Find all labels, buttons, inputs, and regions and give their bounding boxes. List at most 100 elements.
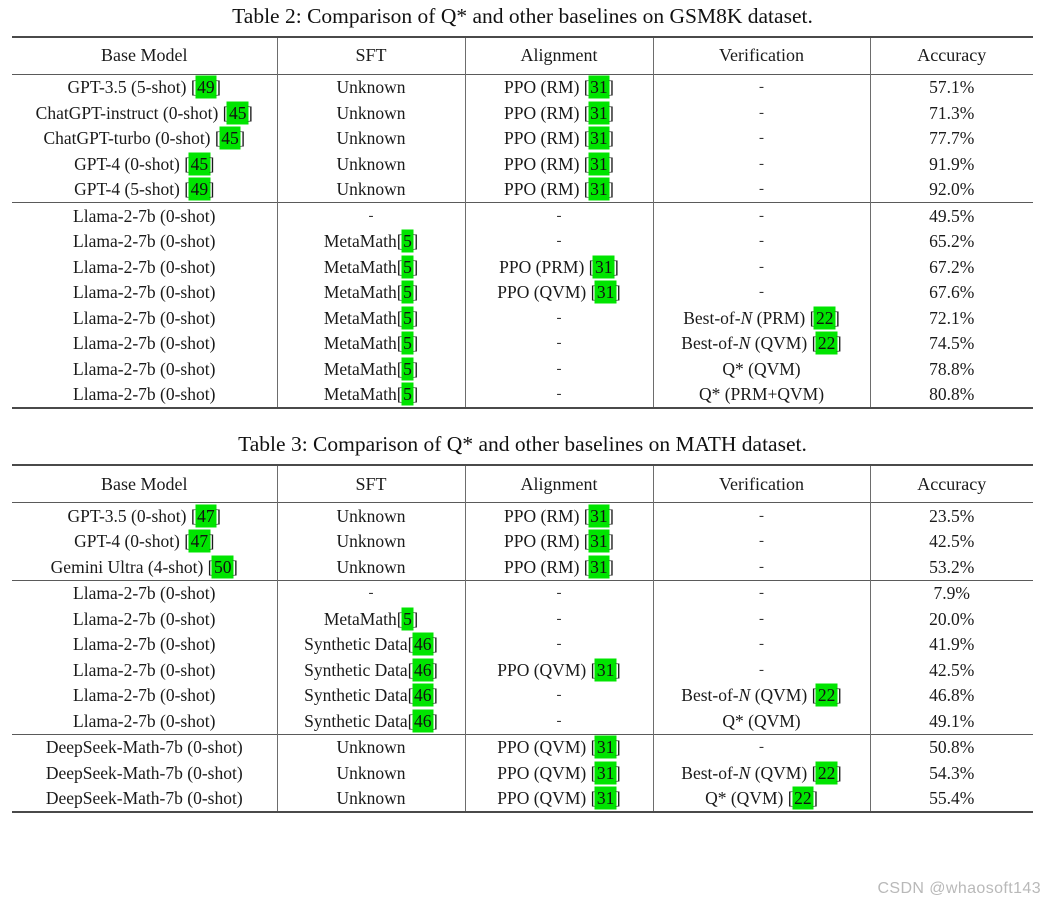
cell-accuracy: 50.8% [869, 733, 1033, 761]
model-name: GPT-4 (0-shot) [74, 531, 180, 551]
citation-ref[interactable]: [31] [584, 505, 614, 527]
citation-ref[interactable]: [31] [591, 282, 621, 303]
citation-ref[interactable]: [5] [397, 384, 418, 405]
citation-ref[interactable]: [31] [591, 788, 621, 809]
citation-ref[interactable]: [45] [215, 128, 245, 149]
citation-ref[interactable]: [31] [584, 531, 614, 552]
cell-base-model: DeepSeek-Math-7b (0-shot) [12, 786, 277, 813]
citation-number: 31 [589, 77, 609, 98]
citation-number: 5 [402, 384, 413, 405]
cell-sft: Synthetic Data[46] [276, 682, 465, 709]
citation-ref[interactable]: [5] [397, 231, 418, 252]
citation-ref[interactable]: [31] [591, 659, 621, 681]
citation-number: 5 [402, 256, 413, 277]
citation-number: 46 [413, 634, 432, 654]
citation-ref[interactable]: [31] [584, 102, 614, 124]
alignment-value: PPO (RM) [504, 128, 580, 149]
cell-verification: - [652, 579, 870, 607]
cell-accuracy: 57.1% [869, 73, 1033, 101]
watermark: CSDN @whaosoft143 [877, 880, 1041, 897]
empty-value: - [759, 104, 764, 121]
table-row: ChatGPT-turbo (0-shot) [45] Unknown PPO (R… [12, 125, 1033, 152]
citation-ref[interactable]: [45] [184, 153, 214, 175]
citation-ref[interactable]: [5] [397, 358, 418, 380]
citation-ref[interactable]: [46] [408, 685, 438, 706]
cell-accuracy: 41.9% [869, 631, 1033, 658]
empty-value: - [759, 181, 764, 198]
citation-ref[interactable]: [5] [397, 256, 418, 278]
citation-ref[interactable]: [46] [408, 710, 438, 732]
citation-number: 31 [594, 256, 613, 277]
cell-verification: Q* (QVM) [652, 708, 870, 735]
citation-ref[interactable]: [5] [397, 333, 418, 354]
citation-ref[interactable]: [22] [788, 788, 818, 809]
table-row: GPT-4 (5-shot) [49] Unknown PPO (RM) [31] -… [12, 176, 1033, 203]
cell-base-model: GPT-4 (5-shot) [49] [12, 177, 277, 203]
column-header-4: Accuracy [869, 464, 1033, 503]
citation-ref[interactable]: [31] [584, 556, 614, 578]
results-table: Base Model SFT Alignment Verification Accura… [12, 35, 1033, 411]
citation-ref[interactable]: [5] [397, 307, 418, 329]
table-row: Llama-2-7b (0-shot) MetaMath[5] PPO (PRM) … [12, 254, 1033, 280]
citation-ref[interactable]: [47] [191, 505, 221, 527]
sft-value: MetaMath [323, 256, 397, 277]
cell-verification: Best-of-N (PRM) [22] [652, 305, 870, 331]
cell-accuracy: 91.9% [869, 151, 1033, 177]
verification-value: Best-of-N (QVM) [681, 685, 808, 705]
citation-ref[interactable]: [49] [191, 77, 221, 98]
citation-ref[interactable]: [49] [184, 179, 214, 200]
citation-ref[interactable]: [31] [584, 153, 614, 175]
citation-number: 5 [402, 333, 413, 354]
citation-ref[interactable]: [22] [812, 333, 842, 354]
sft-value: Synthetic Data [304, 634, 408, 654]
cell-accuracy: 42.5% [869, 657, 1033, 683]
cell-base-model: Llama-2-7b (0-shot) [12, 229, 277, 255]
citation-ref[interactable]: [31] [584, 77, 614, 98]
citation-number: 5 [402, 358, 413, 379]
verification-value: Q* (PRM+QVM) [698, 384, 825, 405]
citation-ref[interactable]: [22] [812, 762, 842, 784]
cell-accuracy: 92.0% [869, 176, 1033, 203]
citation-ref[interactable]: [31] [589, 256, 619, 278]
empty-value: - [368, 585, 374, 601]
citation-ref[interactable]: [5] [397, 608, 418, 630]
cell-sft: Unknown [276, 785, 465, 813]
model-name: Llama-2-7b (0-shot) [73, 307, 216, 328]
empty-value: - [556, 585, 562, 601]
citation-number: 31 [589, 179, 609, 200]
citation-ref[interactable]: [31] [591, 762, 621, 784]
cell-base-model: ChatGPT-turbo (0-shot) [45] [12, 126, 277, 152]
cell-verification: - [652, 100, 870, 126]
citation-ref[interactable]: [22] [812, 685, 842, 706]
alignment-value: PPO (RM) [504, 531, 580, 551]
model-name: Llama-2-7b (0-shot) [73, 256, 216, 277]
citation-ref[interactable]: [5] [397, 282, 418, 303]
cell-base-model: Llama-2-7b (0-shot) [12, 683, 277, 709]
table-row: Llama-2-7b (0-shot) MetaMath[5] - - 20.0% [12, 606, 1033, 632]
citation-number: 47 [190, 531, 209, 551]
citation-ref[interactable]: [31] [584, 179, 614, 200]
model-name: GPT-3.5 (5-shot) [67, 77, 187, 98]
cell-verification: - [652, 657, 870, 683]
citation-ref[interactable]: [45] [223, 102, 253, 124]
citation-number: 50 [213, 556, 232, 577]
citation-ref[interactable]: [50] [208, 556, 238, 578]
citation-ref[interactable]: [31] [591, 737, 621, 758]
cell-sft: Unknown [276, 760, 465, 786]
table-caption: Table 3: Comparison of Q* and other base… [238, 432, 807, 457]
empty-value: - [556, 233, 562, 250]
citation-ref[interactable]: [46] [408, 659, 438, 681]
citation-ref[interactable]: [46] [408, 634, 438, 655]
cell-verification: - [652, 202, 870, 229]
citation-ref[interactable]: [47] [184, 531, 214, 552]
citation-ref[interactable]: [22] [810, 307, 840, 329]
empty-value: - [556, 386, 562, 403]
citation-number: 31 [596, 659, 615, 680]
alignment-value: PPO (QVM) [497, 737, 587, 757]
model-name: DeepSeek-Math-7b (0-shot) [45, 737, 243, 757]
model-name: Llama-2-7b (0-shot) [73, 659, 216, 680]
citation-ref[interactable]: [31] [584, 128, 614, 149]
cell-verification: - [652, 176, 870, 203]
table-row: Llama-2-7b (0-shot) - - - 7.9% [12, 579, 1033, 607]
sft-value: Synthetic Data [304, 710, 408, 731]
